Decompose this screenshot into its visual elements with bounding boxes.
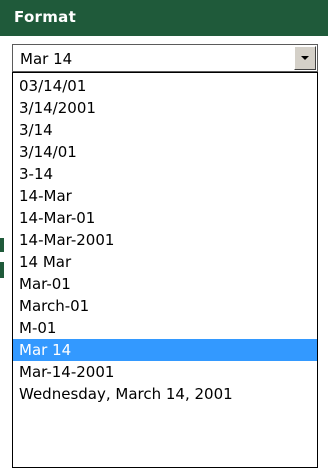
chevron-down-icon — [301, 56, 309, 60]
format-combo-box[interactable]: Mar 14 — [12, 44, 318, 72]
list-item[interactable]: M-01 — [13, 317, 317, 339]
list-item[interactable]: 14-Mar — [13, 185, 317, 207]
format-header: Format — [0, 0, 328, 36]
format-panel: Format Mar 14 03/14/01 3/14/2001 3/14 3/… — [0, 0, 328, 470]
list-item[interactable]: 3-14 — [13, 163, 317, 185]
list-item-selected[interactable]: Mar 14 — [13, 339, 317, 361]
left-edge-marker — [0, 262, 4, 278]
list-item[interactable]: 14 Mar — [13, 251, 317, 273]
list-item[interactable]: Mar-01 — [13, 273, 317, 295]
list-item[interactable]: Wednesday, March 14, 2001 — [13, 383, 317, 405]
list-item[interactable]: Mar-14-2001 — [13, 361, 317, 383]
list-item[interactable]: 3/14 — [13, 119, 317, 141]
list-item[interactable]: 3/14/01 — [13, 141, 317, 163]
left-edge-marker — [0, 238, 4, 252]
list-item[interactable]: 3/14/2001 — [13, 97, 317, 119]
format-combo-value[interactable]: Mar 14 — [20, 50, 72, 68]
list-item[interactable]: 03/14/01 — [13, 75, 317, 97]
list-item[interactable]: 14-Mar-01 — [13, 207, 317, 229]
list-item[interactable]: 14-Mar-2001 — [13, 229, 317, 251]
dropdown-arrow-button[interactable] — [294, 46, 316, 70]
format-title: Format — [14, 8, 77, 26]
list-item[interactable]: March-01 — [13, 295, 317, 317]
format-dropdown-list[interactable]: 03/14/01 3/14/2001 3/14 3/14/01 3-14 14-… — [12, 72, 318, 468]
